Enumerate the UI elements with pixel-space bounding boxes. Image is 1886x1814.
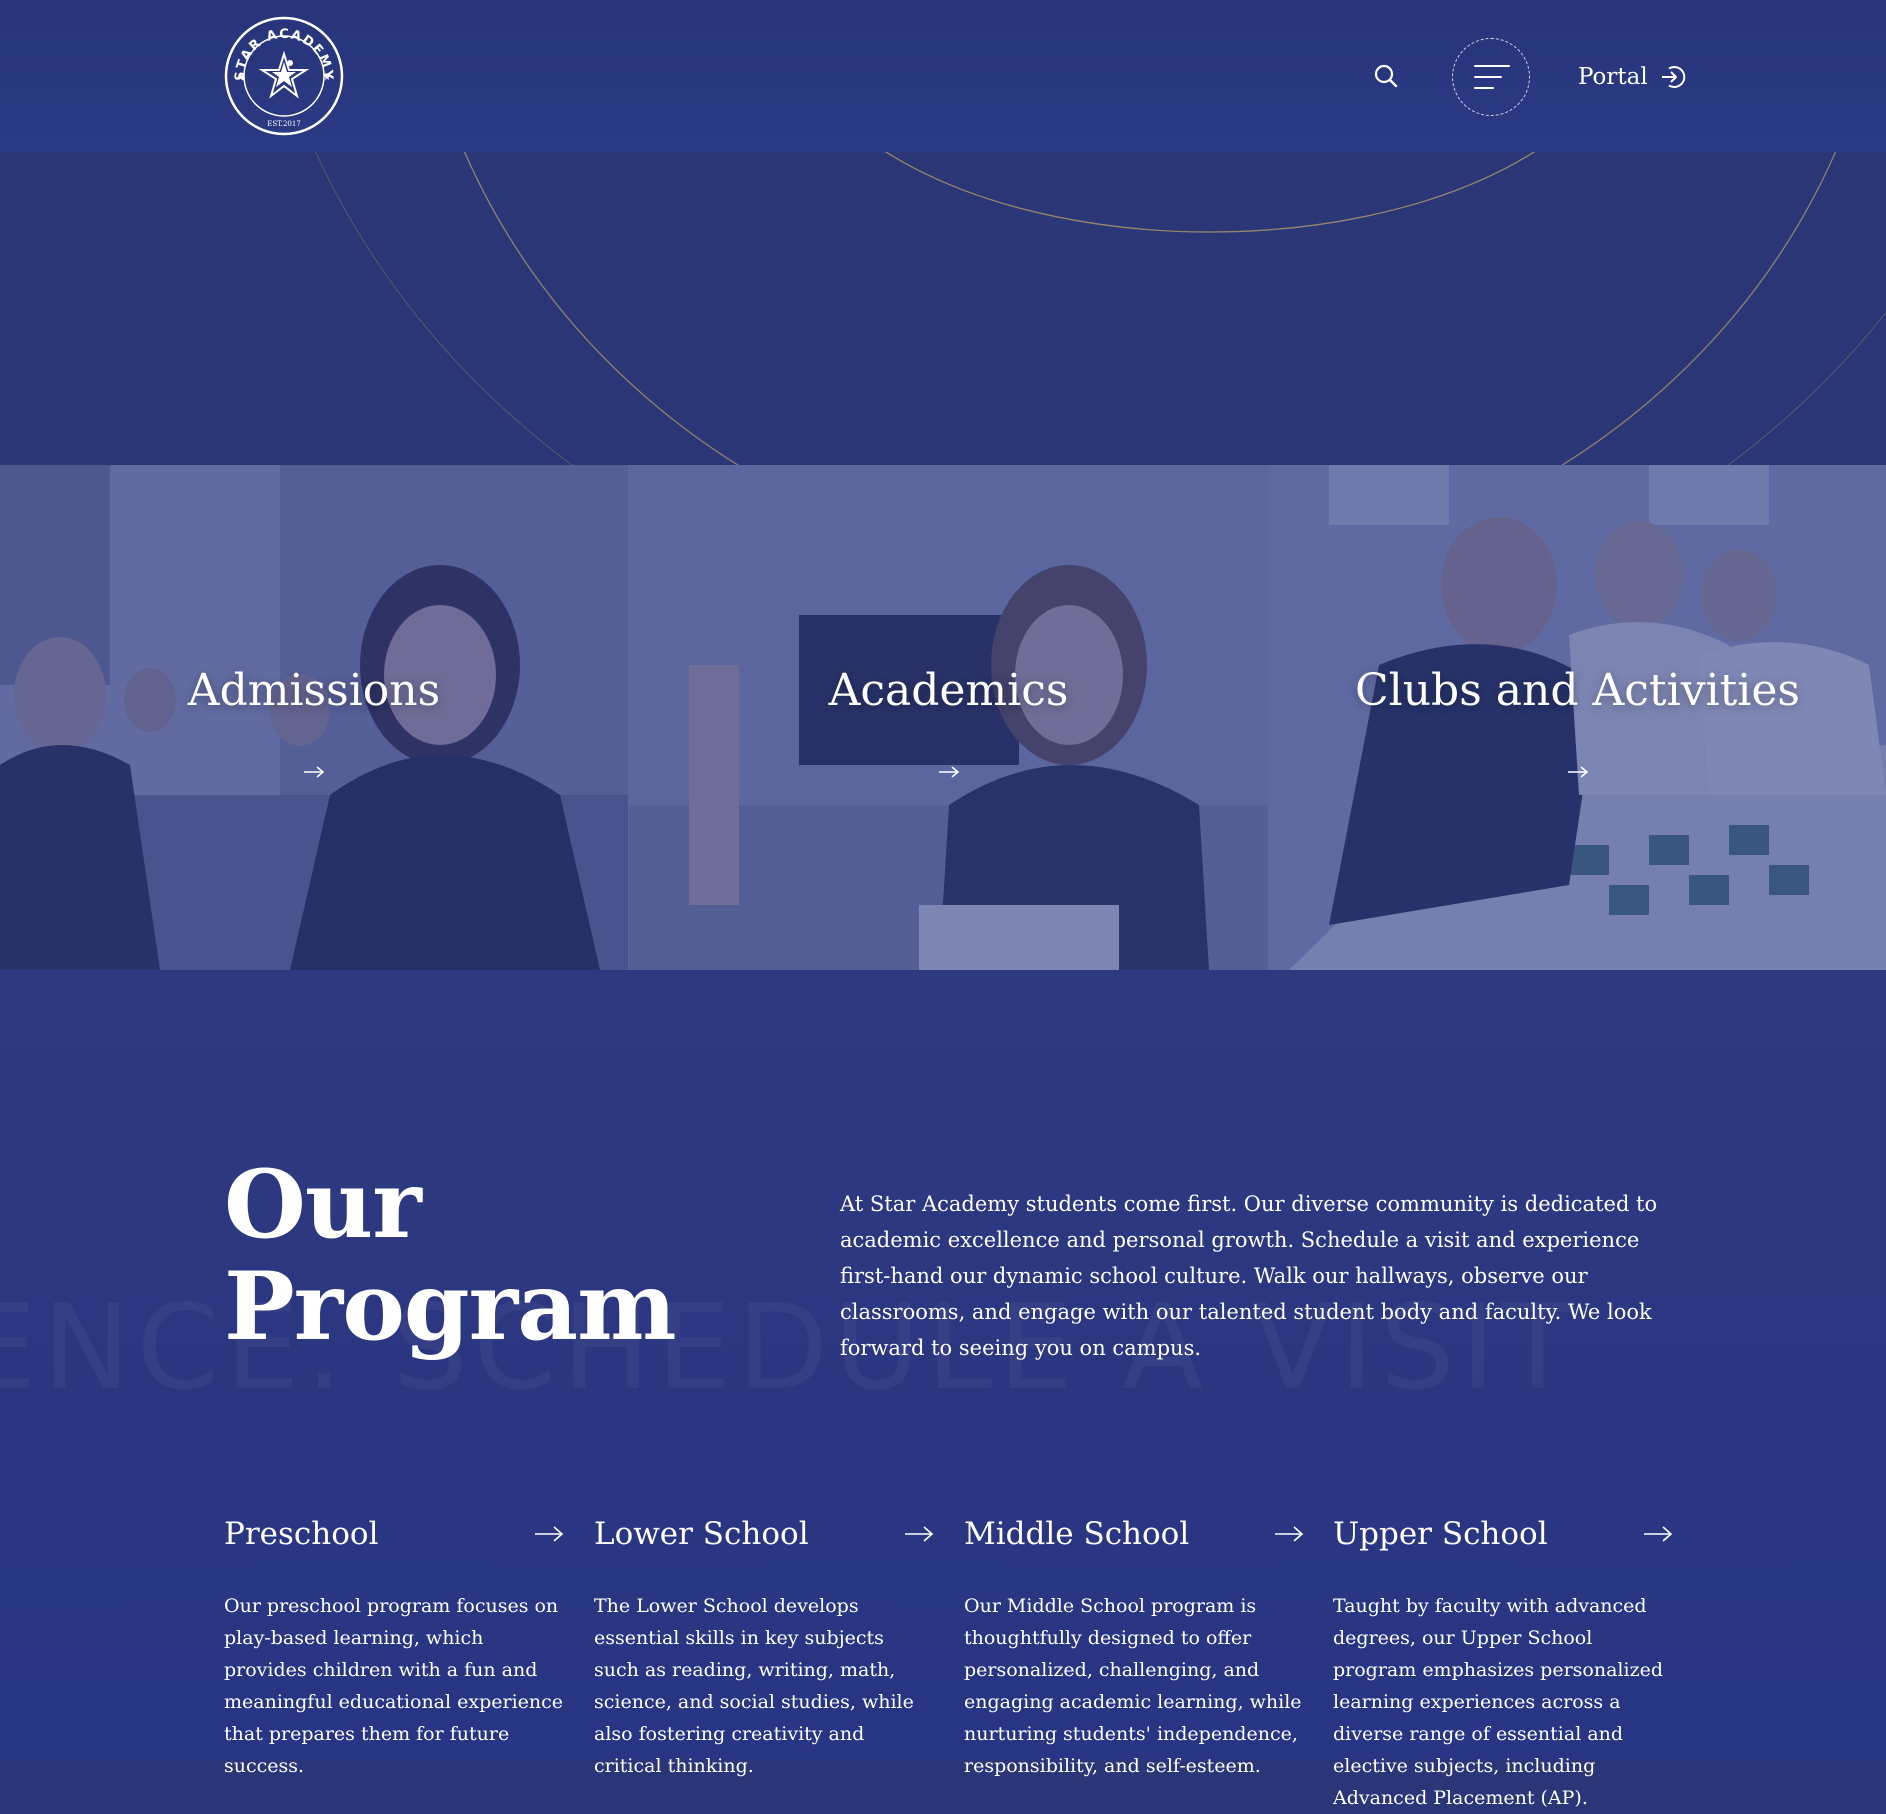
star-academy-seal-icon: STAR ACADEMY EST.2017 ★ ★ [224,16,344,136]
school-card-preschool: Preschool Our preschool program focuses … [224,1508,564,1782]
school-link[interactable]: Middle School [964,1508,1304,1560]
tile-overlay [1269,465,1886,970]
portal-label: Portal [1578,64,1648,90]
arrow-right-icon [1567,766,1588,778]
tile-title: Academics [828,665,1069,716]
title-line-2: Program [224,1252,677,1362]
school-card-middle-school: Middle School Our Middle School program … [964,1508,1304,1782]
arrow-right-icon [938,766,959,778]
svg-text:EST.2017: EST.2017 [267,120,301,128]
hero-decoration [0,152,1886,465]
tile-admissions[interactable]: Admissions [0,465,629,970]
portal-link[interactable]: Portal [1578,60,1686,94]
decorative-arcs [315,152,1886,465]
tile-title: Clubs and Activities [1354,665,1800,716]
tile-overlay [629,465,1268,970]
school-link[interactable]: Upper School [1333,1508,1673,1560]
school-card-lower-school: Lower School The Lower School develops e… [594,1508,934,1782]
menu-line-3 [1474,87,1494,89]
search-icon [1374,64,1398,88]
svg-text:★: ★ [323,73,331,83]
arrow-right-icon [905,1526,934,1542]
school-description: The Lower School develops essential skil… [594,1595,914,1777]
site-header: STAR ACADEMY EST.2017 ★ ★ Portal [0,0,1886,152]
sign-in-icon [1661,66,1685,88]
school-name: Preschool [224,1516,379,1552]
arrow-right-icon [1275,1526,1304,1542]
program-intro: At Star Academy students come first. Our… [840,1192,1658,1360]
svg-text:★: ★ [237,73,245,83]
school-name: Middle School [964,1516,1190,1552]
arrow-right-icon [1644,1526,1673,1542]
school-link[interactable]: Lower School [594,1508,934,1560]
tile-clubs-and-activities[interactable]: Clubs and Activities [1269,465,1886,970]
title-line-1: Our [224,1150,422,1260]
school-description: Our preschool program focuses on play-ba… [224,1595,564,1777]
school-description: Taught by faculty with advanced degrees,… [1333,1595,1663,1809]
tile-academics[interactable]: Academics [629,465,1269,970]
tile-title: Admissions [187,665,441,716]
menu-button[interactable] [1452,38,1530,116]
school-description: Our Middle School program is thoughtfull… [964,1595,1302,1777]
feature-tiles: Admissions Academics Clubs and Activitie… [0,465,1886,970]
hamburger-menu-icon [1474,65,1510,67]
school-card-upper-school: Upper School Taught by faculty with adva… [1333,1508,1673,1814]
school-name: Upper School [1333,1516,1548,1552]
page-title: Our Program [224,1154,704,1358]
school-link[interactable]: Preschool [224,1508,564,1560]
school-name: Lower School [594,1516,809,1552]
search-button[interactable] [1372,62,1400,90]
arrow-right-icon [304,766,325,778]
tile-overlay [0,465,628,970]
star-academy-logo[interactable]: STAR ACADEMY EST.2017 ★ ★ [224,16,344,136]
arrow-right-icon [535,1526,564,1542]
menu-line-2 [1474,76,1502,78]
